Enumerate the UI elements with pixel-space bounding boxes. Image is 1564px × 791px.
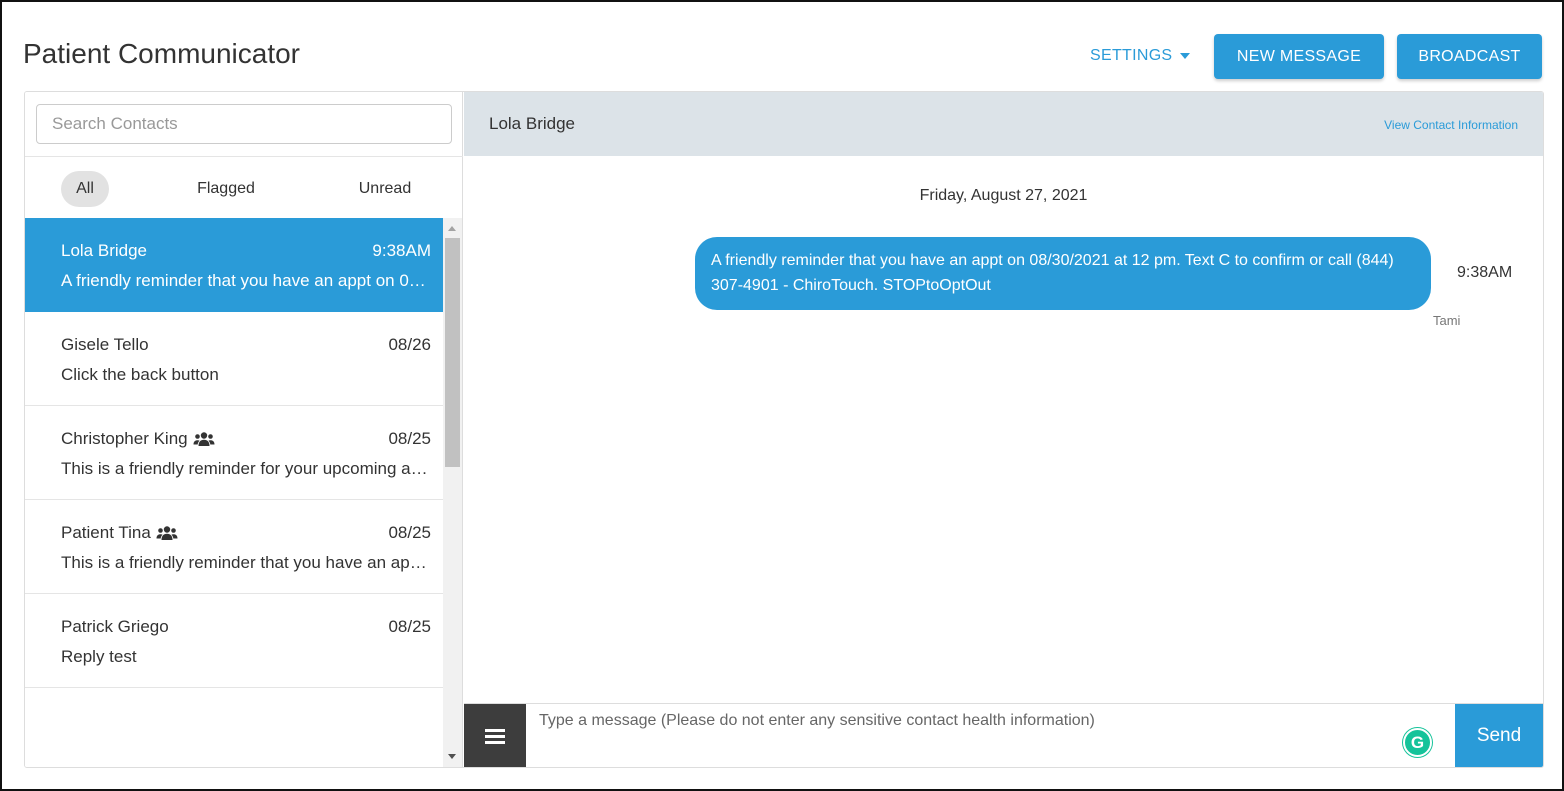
send-button[interactable]: Send	[1455, 704, 1543, 767]
contact-preview: Click the back button	[61, 365, 219, 384]
contact-name: Patrick Griego	[61, 617, 169, 636]
contact-item[interactable]: Patient Tina 08/25 This is a friendly re…	[25, 500, 443, 594]
contact-item[interactable]: Patrick Griego 08/25 Reply test	[25, 594, 443, 688]
page-title: Patient Communicator	[23, 38, 301, 69]
date-divider: Friday, August 27, 2021	[919, 187, 1088, 204]
conversation-header: Lola Bridge View Contact Information	[464, 92, 1543, 156]
scroll-up-arrow-icon[interactable]	[448, 226, 456, 231]
contacts-sidebar: All Flagged Unread Lola Bridge 9:38AM A …	[25, 92, 463, 767]
message-sender: Tami	[1433, 313, 1461, 328]
contact-preview: This is a friendly reminder that you hav…	[61, 553, 431, 572]
contact-date: 08/25	[388, 429, 431, 448]
contact-item[interactable]: Lola Bridge 9:38AM A friendly reminder t…	[25, 218, 443, 312]
filter-tabs: All Flagged Unread	[25, 156, 463, 218]
message-bubble: A friendly reminder that you have an app…	[695, 237, 1431, 310]
contact-name: Lola Bridge	[61, 241, 148, 260]
broadcast-button[interactable]: BROADCAST	[1397, 34, 1542, 79]
contact-date: 08/26	[388, 335, 431, 354]
caret-down-icon	[1180, 53, 1191, 59]
contact-date: 08/25	[388, 617, 431, 636]
contact-item[interactable]: Christopher King 08/25 This is a friendl…	[25, 406, 443, 500]
search-contacts-input[interactable]	[36, 104, 452, 144]
contact-item[interactable]: Gisele Tello 08/26 Click the back button	[25, 312, 443, 406]
contact-list: Lola Bridge 9:38AM A friendly reminder t…	[25, 218, 443, 767]
filter-tab-flagged[interactable]: Flagged	[185, 171, 267, 207]
contact-preview: Reply test	[61, 647, 137, 666]
scroll-down-arrow-icon[interactable]	[448, 754, 456, 759]
contact-date: 08/25	[388, 523, 431, 542]
view-contact-link[interactable]: View Contact Information	[1384, 118, 1518, 132]
contact-name: Gisele Tello	[61, 335, 149, 354]
contact-preview: This is a friendly reminder for your upc…	[61, 459, 431, 478]
contact-preview: A friendly reminder that you have an app…	[61, 271, 431, 290]
scrollbar-thumb[interactable]	[445, 238, 460, 467]
conversation-pane: Lola Bridge View Contact Information Fri…	[464, 92, 1543, 767]
message-composer: G Send	[464, 703, 1543, 767]
app-window: Patient Communicator SETTINGS NEW MESSAG…	[0, 0, 1564, 791]
contact-list-scrollbar[interactable]	[443, 218, 462, 767]
hamburger-icon	[485, 728, 505, 744]
settings-label: SETTINGS	[1090, 47, 1173, 64]
users-icon	[193, 432, 215, 446]
users-icon	[156, 526, 178, 540]
composer-menu-button[interactable]	[464, 704, 526, 767]
contact-name: Patient Tina	[61, 523, 151, 542]
filter-tab-all[interactable]: All	[61, 171, 109, 207]
conversation-contact-name: Lola Bridge	[489, 114, 576, 133]
contact-name: Christopher King	[61, 429, 188, 448]
message-time: 9:38AM	[1457, 264, 1513, 281]
new-message-button[interactable]: NEW MESSAGE	[1214, 34, 1384, 79]
message-input[interactable]	[526, 704, 1455, 767]
filter-tab-unread[interactable]: Unread	[345, 171, 425, 207]
settings-dropdown[interactable]: SETTINGS	[1090, 47, 1191, 65]
main-panel: All Flagged Unread Lola Bridge 9:38AM A …	[24, 91, 1544, 768]
contact-date: 9:38AM	[372, 241, 431, 260]
grammarly-icon[interactable]: G	[1403, 728, 1432, 757]
